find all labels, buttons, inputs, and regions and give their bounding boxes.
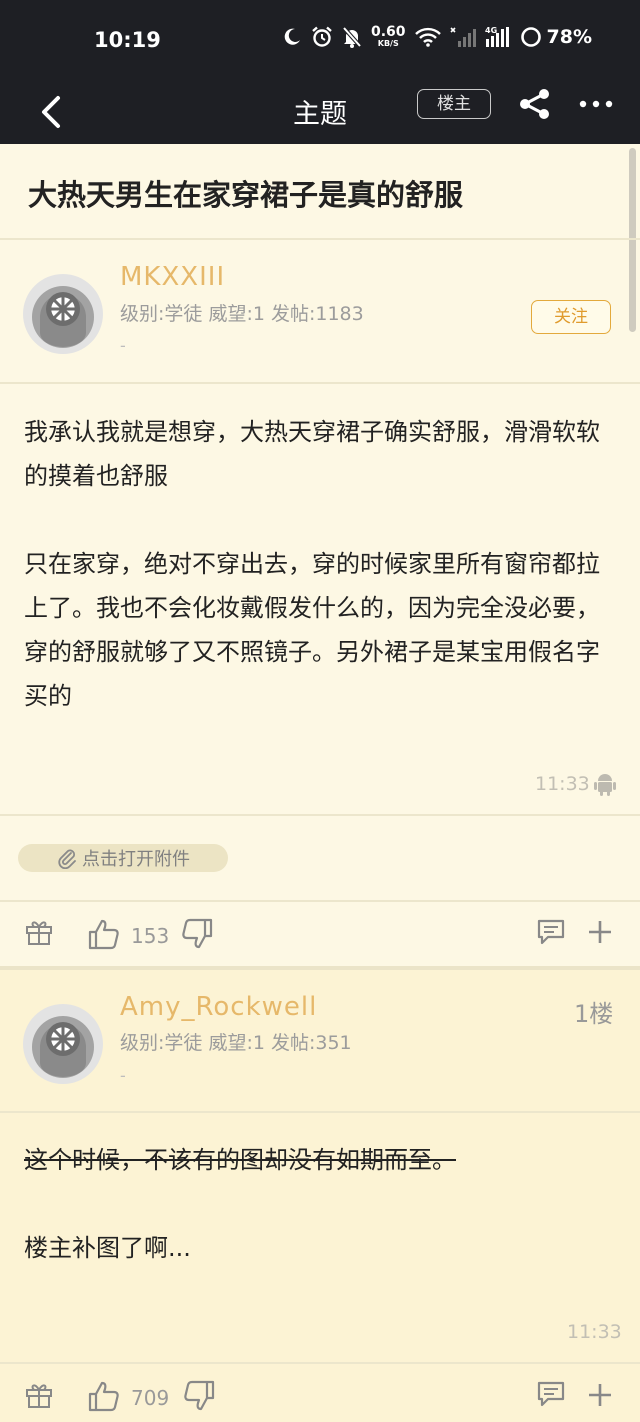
post-paragraph: 我承认我就是想穿，大热天穿裙子确实舒服，滑滑软软的摸着也舒服 <box>24 418 600 490</box>
status-icons: 0.60 KB/S 4G 78% <box>282 25 592 48</box>
avatar[interactable] <box>22 1003 104 1085</box>
status-time: 10:19 <box>94 28 161 52</box>
add-icon[interactable] <box>587 1382 613 1408</box>
signal-x-icon <box>449 26 476 47</box>
divider <box>0 1362 640 1364</box>
dislike-icon[interactable] <box>183 1380 215 1412</box>
post-paragraph: 楼主补图了啊... <box>24 1234 191 1262</box>
mute-bell-icon <box>342 26 362 48</box>
network-speed: 0.60 KB/S <box>370 24 406 48</box>
quoted-text: 这个时候，不该有的图却没有如期而至。 <box>24 1146 456 1174</box>
op-only-toggle[interactable]: 楼主 <box>417 89 491 119</box>
signal-4g-icon: 4G <box>485 26 509 47</box>
nav-bar: 主题 楼主 <box>0 80 640 144</box>
username[interactable]: Amy_Rockwell <box>120 992 317 1022</box>
comment-icon[interactable] <box>536 918 566 946</box>
add-icon[interactable] <box>587 919 613 945</box>
alarm-icon <box>312 26 332 47</box>
gift-icon[interactable] <box>25 918 53 946</box>
user-meta: 级别:学徒 威望:1 发帖:1183 <box>120 303 364 325</box>
battery-percent: 78% <box>546 25 592 48</box>
comment-icon[interactable] <box>536 1380 566 1408</box>
divider <box>0 382 640 384</box>
moon-icon <box>284 28 300 45</box>
gift-icon[interactable] <box>25 1381 53 1409</box>
more-icon[interactable] <box>578 94 614 114</box>
android-icon <box>594 774 616 796</box>
floor-number: 1楼 <box>574 1000 614 1028</box>
status-bar: 10:19 0.60 KB/S 4G 78% <box>0 0 640 80</box>
divider <box>0 238 640 240</box>
attachment-label: 点击打开附件 <box>82 849 190 870</box>
user-signature: - <box>120 1066 126 1085</box>
post-content: 这个时候，不该有的图却没有如期而至。 楼主补图了啊... <box>24 1138 620 1270</box>
post-time: 11:33 <box>535 773 590 795</box>
username[interactable]: MKXXIII <box>120 262 225 292</box>
dislike-icon[interactable] <box>181 918 213 950</box>
wifi-icon <box>414 27 441 47</box>
share-icon[interactable] <box>518 88 552 120</box>
thread-title: 大热天男生在家穿裙子是真的舒服 <box>28 178 464 212</box>
post-time: 11:33 <box>567 1321 622 1343</box>
divider <box>0 1111 640 1113</box>
divider <box>0 900 640 902</box>
like-count: 153 <box>131 924 170 948</box>
user-meta: 级别:学徒 威望:1 发帖:351 <box>120 1032 352 1054</box>
post-paragraph: 只在家穿，绝对不穿出去，穿的时候家里所有窗帘都拉上了。我也不会化妆戴假发什么的，… <box>24 550 600 710</box>
svg-text:4G: 4G <box>485 26 497 35</box>
like-icon[interactable] <box>88 1380 120 1412</box>
attachment-button[interactable]: 点击打开附件 <box>18 844 228 872</box>
post-content: 我承认我就是想穿，大热天穿裙子确实舒服，滑滑软软的摸着也舒服 只在家穿，绝对不穿… <box>24 410 620 718</box>
paperclip-icon <box>58 849 76 869</box>
follow-button[interactable]: 关注 <box>531 300 611 334</box>
scrollbar[interactable] <box>629 148 636 332</box>
divider <box>0 814 640 816</box>
user-signature: - <box>120 336 126 355</box>
avatar[interactable] <box>22 273 104 355</box>
like-icon[interactable] <box>88 918 120 950</box>
battery-ring-icon <box>520 26 541 47</box>
like-count: 709 <box>131 1386 170 1410</box>
